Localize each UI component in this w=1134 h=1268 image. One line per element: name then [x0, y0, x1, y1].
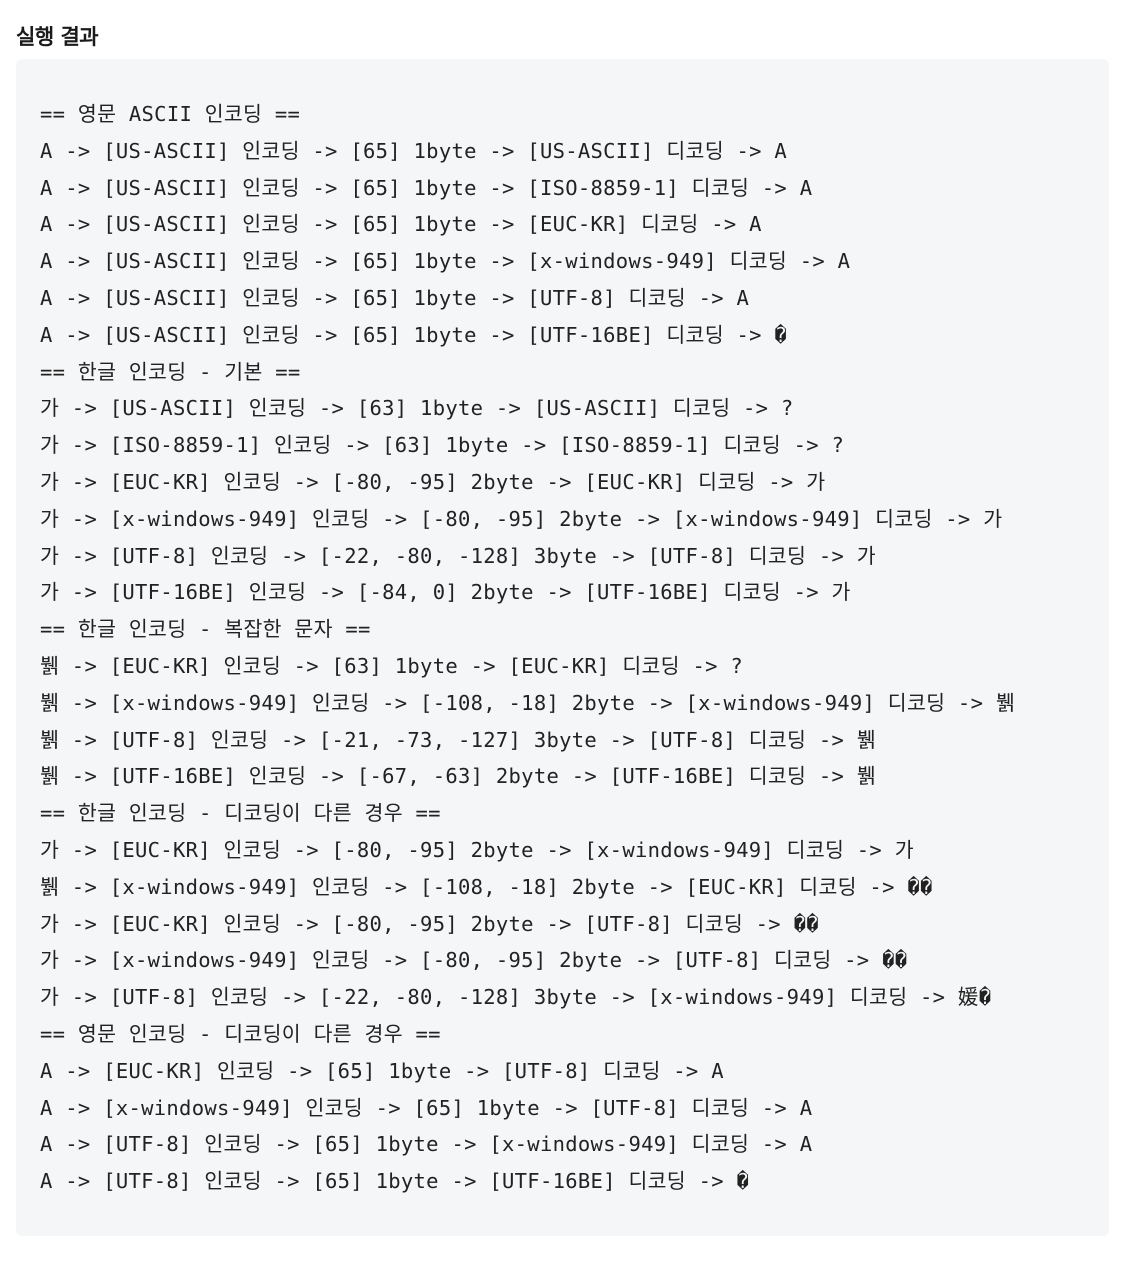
output-line: 가 -> [ISO-8859-1] 인코딩 -> [63] 1byte -> […: [40, 433, 845, 458]
output-line: 가 -> [US-ASCII] 인코딩 -> [63] 1byte -> [US…: [40, 396, 794, 421]
output-line: 가 -> [x-windows-949] 인코딩 -> [-80, -95] 2…: [40, 506, 1003, 531]
output-code-block: == 영문 ASCII 인코딩 == A -> [US-ASCII] 인코딩 -…: [16, 59, 1109, 1236]
output-line: A -> [UTF-8] 인코딩 -> [65] 1byte -> [x-win…: [40, 1132, 813, 1157]
output-line: A -> [US-ASCII] 인코딩 -> [65] 1byte -> [UT…: [40, 285, 750, 310]
output-line: 가 -> [UTF-8] 인코딩 -> [-22, -80, -128] 3by…: [40, 985, 992, 1010]
output-line: A -> [US-ASCII] 인코딩 -> [65] 1byte -> [x-…: [40, 249, 851, 274]
section-heading: 실행 결과: [16, 25, 99, 49]
output-line: A -> [US-ASCII] 인코딩 -> [65] 1byte -> [EU…: [40, 212, 762, 237]
output-line: 가 -> [x-windows-949] 인코딩 -> [-80, -95] 2…: [40, 948, 908, 973]
output-line: A -> [US-ASCII] 인코딩 -> [65] 1byte -> [UT…: [40, 322, 788, 347]
output-line: 가 -> [UTF-16BE] 인코딩 -> [-84, 0] 2byte ->…: [40, 580, 851, 605]
output-line: A -> [x-windows-949] 인코딩 -> [65] 1byte -…: [40, 1095, 813, 1120]
output-line: == 영문 ASCII 인코딩 ==: [40, 102, 301, 126]
output-line: 뷁 -> [x-windows-949] 인코딩 -> [-108, -18] …: [40, 690, 1016, 715]
output-line: A -> [EUC-KR] 인코딩 -> [65] 1byte -> [UTF-…: [40, 1058, 724, 1083]
output-line: 가 -> [EUC-KR] 인코딩 -> [-80, -95] 2byte ->…: [40, 911, 819, 936]
output-line: A -> [US-ASCII] 인코딩 -> [65] 1byte -> [IS…: [40, 175, 813, 200]
output-line: 뷁 -> [x-windows-949] 인코딩 -> [-108, -18] …: [40, 874, 933, 899]
output-lines: == 영문 ASCII 인코딩 == A -> [US-ASCII] 인코딩 -…: [40, 96, 1015, 1200]
output-line: 가 -> [UTF-8] 인코딩 -> [-22, -80, -128] 3by…: [40, 543, 876, 568]
output-line: A -> [US-ASCII] 인코딩 -> [65] 1byte -> [US…: [40, 138, 788, 163]
output-line: == 한글 인코딩 - 디코딩이 다른 경우 ==: [40, 801, 441, 826]
output-line: == 영문 인코딩 - 디코딩이 다른 경우 ==: [40, 1021, 441, 1046]
output-line: == 한글 인코딩 - 기본 ==: [40, 359, 301, 384]
output-line: 가 -> [EUC-KR] 인코딩 -> [-80, -95] 2byte ->…: [40, 469, 826, 494]
output-line: 뷁 -> [UTF-8] 인코딩 -> [-21, -73, -127] 3by…: [40, 727, 876, 752]
output-line: 뷁 -> [UTF-16BE] 인코딩 -> [-67, -63] 2byte …: [40, 764, 876, 789]
output-line: 가 -> [EUC-KR] 인코딩 -> [-80, -95] 2byte ->…: [40, 837, 914, 862]
output-line: 뷁 -> [EUC-KR] 인코딩 -> [63] 1byte -> [EUC-…: [40, 653, 744, 678]
output-line: A -> [UTF-8] 인코딩 -> [65] 1byte -> [UTF-1…: [40, 1169, 750, 1194]
output-line: == 한글 인코딩 - 복잡한 문자 ==: [40, 617, 371, 642]
